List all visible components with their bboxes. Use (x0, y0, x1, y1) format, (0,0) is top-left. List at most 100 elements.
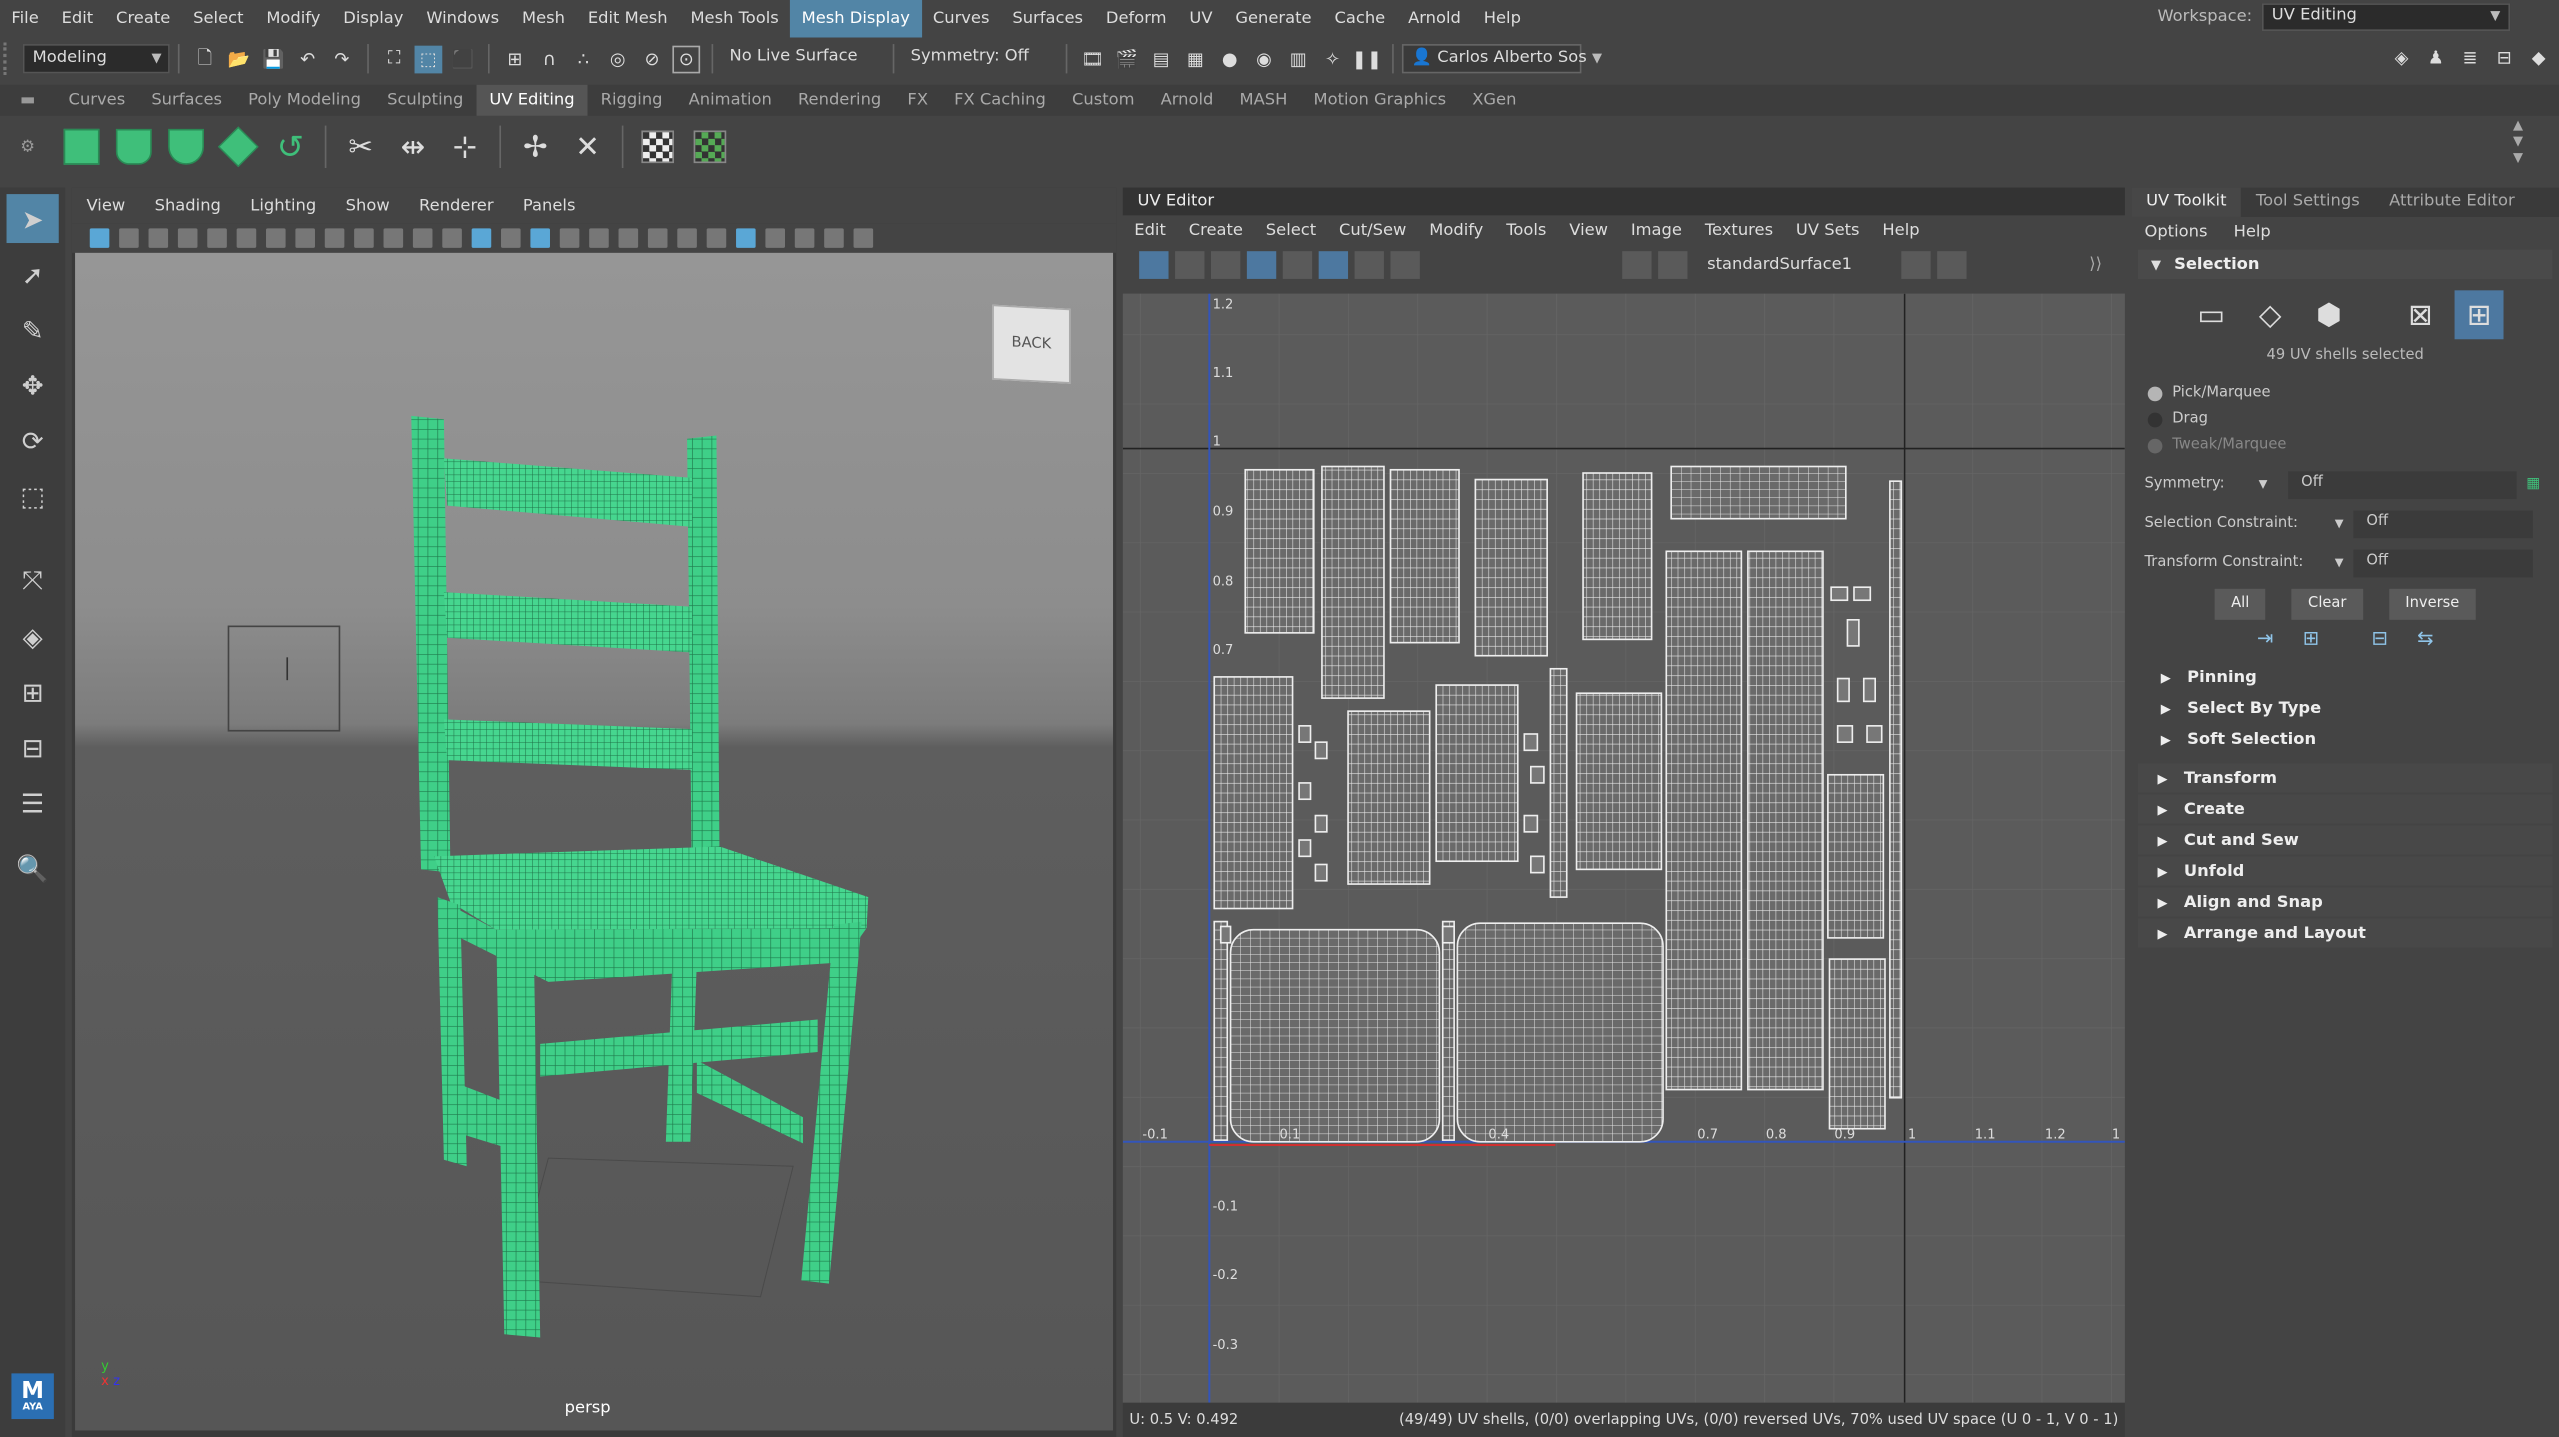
uv-pattern-icon[interactable] (1658, 250, 1688, 279)
tab-tool-settings[interactable]: Tool Settings (2241, 188, 2374, 217)
character-controls-icon[interactable]: ♟ (2422, 44, 2450, 72)
ipr-render-icon[interactable]: ▤ (1147, 45, 1175, 73)
uv-component-icon[interactable]: ⊠ (2396, 290, 2445, 339)
uv-filter-icon[interactable] (1354, 250, 1384, 279)
uv-texture-borders-icon[interactable] (1246, 250, 1277, 279)
grow-selection-icon[interactable]: ⇥ (2257, 626, 2273, 649)
new-scene-icon[interactable]: 🗋 (191, 45, 219, 73)
gate-mask-icon[interactable] (354, 228, 374, 248)
menu-mesh[interactable]: Mesh (511, 0, 577, 38)
bookmarks-icon[interactable] (148, 228, 169, 248)
sew-uv-icon[interactable]: ✢ (514, 126, 556, 168)
menu-edit[interactable]: Edit (50, 0, 104, 38)
select-object-icon[interactable]: ⬚ (414, 44, 443, 73)
menu-windows[interactable]: Windows (415, 0, 511, 38)
section-select-by-type[interactable]: ▶ Select By Type (2138, 693, 2553, 722)
viewport-menu-shading[interactable]: Shading (140, 197, 236, 215)
render-setup-icon[interactable]: ◉ (1250, 45, 1278, 73)
radio-pick-marquee[interactable]: Pick/Marquee (2131, 380, 2559, 406)
cut-edges-icon[interactable]: ✕ (566, 126, 608, 168)
select-camera-icon[interactable] (89, 228, 110, 248)
uv-menu-image[interactable]: Image (1619, 221, 1693, 239)
menu-surfaces[interactable]: Surfaces (1001, 0, 1095, 38)
snap-grid-icon[interactable]: ⊞ (501, 45, 529, 73)
menu-file[interactable]: File (0, 0, 50, 38)
grid-icon[interactable] (266, 228, 286, 248)
uv-snapshot-icon[interactable] (1390, 250, 1420, 279)
symmetry-grid-icon[interactable]: ▦ (2526, 476, 2540, 492)
uv-mode-icon[interactable]: ▭ (2187, 290, 2236, 339)
select-edge-loop-icon[interactable]: ⇆ (2417, 626, 2433, 649)
image-plane-icon[interactable] (177, 228, 198, 248)
selection-constraint-value[interactable]: Off (2353, 509, 2533, 538)
single-perspective-layout-icon[interactable]: ◈ (7, 612, 59, 661)
transform-constraint-value[interactable]: Off (2353, 548, 2533, 577)
menu-set-dropdown[interactable]: Modeling ▼ (22, 44, 170, 74)
radio-tweak-marquee[interactable]: Tweak/Marquee (2131, 432, 2559, 458)
camera-based-map-icon[interactable]: ↺ (269, 126, 311, 168)
move-tool-icon[interactable]: ✥ (7, 360, 59, 409)
use-default-material-icon[interactable] (589, 228, 609, 248)
uv-checker-icon[interactable] (1622, 250, 1652, 279)
2d-pan-icon[interactable] (207, 228, 227, 248)
section-pinning[interactable]: ▶ Pinning (2138, 662, 2553, 691)
tool-settings-icon[interactable]: ⊟ (2490, 44, 2518, 72)
shelf-tab-mash[interactable]: MASH (1226, 85, 1300, 116)
search-icon[interactable]: 🔍 (7, 843, 59, 892)
resolution-gate-icon[interactable] (324, 228, 345, 248)
menu-create[interactable]: Create (105, 0, 182, 38)
snap-curve-icon[interactable]: ∩ (535, 45, 563, 73)
section-unfold[interactable]: ▶ Unfold (2137, 856, 2553, 886)
uv-menu-cut-sew[interactable]: Cut/Sew (1328, 221, 1418, 239)
save-scene-icon[interactable]: 💾 (259, 45, 287, 73)
undo-icon[interactable]: ↶ (294, 45, 322, 73)
smooth-shade-icon[interactable] (501, 228, 521, 248)
select-tool-icon[interactable]: ➤ (6, 194, 59, 244)
menu-display[interactable]: Display (332, 0, 415, 38)
uv-menu-modify[interactable]: Modify (1418, 221, 1495, 239)
gamma-icon[interactable] (853, 228, 874, 248)
edge-mode-icon[interactable]: ◇ (2246, 290, 2295, 339)
safe-title-icon[interactable] (442, 228, 462, 248)
shelf-tab-poly-modeling[interactable]: Poly Modeling (235, 85, 374, 116)
view-cube[interactable]: BACK (992, 304, 1071, 384)
uv-shade-icon[interactable] (1175, 250, 1205, 279)
uv-texel-icon[interactable] (1936, 250, 1967, 279)
uv-workspace[interactable]: -0.1 0.1 0.4 0.7 0.8 0.9 1 1.1 1.2 1 1.2… (1122, 293, 2125, 1403)
lasso-tool-icon[interactable]: ➚ (7, 250, 59, 299)
film-gate-icon[interactable] (295, 228, 315, 248)
shelf-tab-curves[interactable]: Curves (55, 85, 138, 116)
uv-grid-icon[interactable] (1139, 250, 1169, 279)
shelf-tab-animation[interactable]: Animation (676, 85, 785, 116)
uv-menu-textures[interactable]: Textures (1693, 221, 1784, 239)
menu-options[interactable]: Options (2131, 223, 2220, 241)
menu-modify[interactable]: Modify (255, 0, 332, 38)
hypershade-icon[interactable]: ● (1216, 45, 1244, 73)
light-editor-icon[interactable]: ▥ (1284, 45, 1312, 73)
attribute-editor-icon[interactable]: ≣ (2456, 44, 2484, 72)
shadows-icon[interactable] (677, 228, 697, 248)
shelf-tab-sculpting[interactable]: Sculpting (374, 85, 476, 116)
shelf-gear-icon[interactable]: ⚙ (0, 122, 55, 171)
menu-help[interactable]: Help (1472, 0, 1532, 38)
menu-generate[interactable]: Generate (1224, 0, 1323, 38)
shelf-tab-fx-caching[interactable]: FX Caching (941, 85, 1059, 116)
symmetry-value[interactable]: Off (2288, 470, 2517, 499)
shelf-menu-icon[interactable]: ▬ (0, 85, 55, 116)
uv-shell-icon[interactable]: ⊞ (2454, 290, 2504, 340)
section-arrange-and-layout[interactable]: ▶ Arrange and Layout (2137, 918, 2553, 948)
outliner-layout-icon[interactable]: ☰ (7, 778, 59, 827)
tab-attribute-editor[interactable]: Attribute Editor (2374, 188, 2529, 217)
paint-select-icon[interactable]: ✎ (7, 305, 59, 354)
hud-icon[interactable] (794, 228, 815, 248)
section-soft-selection[interactable]: ▶ Soft Selection (2138, 724, 2553, 753)
show-manipulator-icon[interactable]: ⤧ (7, 556, 59, 605)
planar-map-icon[interactable] (60, 126, 102, 168)
menu-deform[interactable]: Deform (1094, 0, 1178, 38)
radio-drag[interactable]: Drag (2131, 406, 2559, 432)
lights-icon[interactable] (647, 228, 668, 248)
user-account-dropdown[interactable]: 👤 Carlos Alberto Sos ▼ (1401, 44, 1602, 74)
snap-view-icon[interactable]: ◎ (604, 45, 632, 73)
menu-mesh-tools[interactable]: Mesh Tools (679, 0, 790, 38)
section-create[interactable]: ▶ Create (2137, 794, 2553, 824)
